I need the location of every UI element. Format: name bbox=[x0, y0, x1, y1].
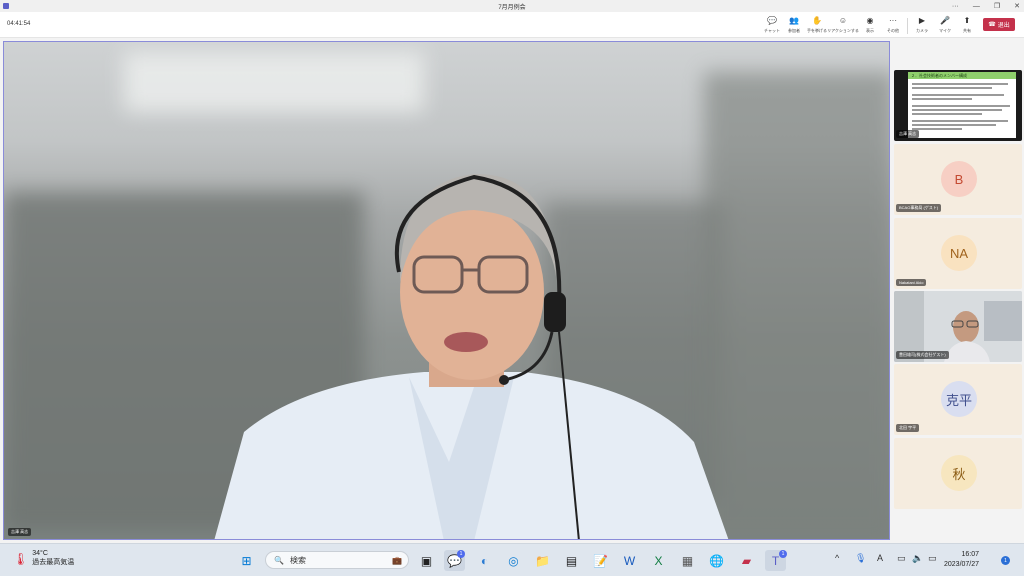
reaction-icon: ☺ bbox=[838, 16, 848, 25]
clock-time: 16:07 bbox=[961, 551, 980, 558]
toolbar-divider bbox=[907, 18, 908, 34]
teams-chat-badge: 1 bbox=[457, 550, 465, 558]
participant-tile-nakatani[interactable]: NA Nakatani Akio bbox=[894, 218, 1022, 289]
share-icon: ⬆ bbox=[963, 16, 971, 25]
participant-name-tag: Nakatani Akio bbox=[896, 279, 927, 286]
show-hidden-icons[interactable]: ^ bbox=[835, 553, 839, 563]
copilot-icon[interactable]: ◐ bbox=[474, 550, 495, 571]
participant-tile-kita[interactable]: 克平 北田 宇平 bbox=[894, 364, 1022, 435]
phone-hangup-icon: ☎ bbox=[988, 22, 996, 28]
acrobat-icon[interactable]: ▰ bbox=[736, 550, 757, 571]
participant-tile-video[interactable]: 豊田雄司(株式会社ゲスト) bbox=[894, 291, 1022, 362]
shared-slide-thumbnail: ２．社会技術者のメンバー構成 bbox=[908, 72, 1016, 138]
window-controls: ··· — ❐ ✕ bbox=[952, 0, 1020, 12]
avatar: NA bbox=[941, 235, 977, 271]
network-icon[interactable]: ▭ bbox=[897, 553, 906, 564]
excel-icon[interactable]: X bbox=[648, 550, 669, 571]
slide-text-line bbox=[912, 94, 1004, 96]
slide-text-line bbox=[912, 98, 972, 100]
speaker-name-tag: 吉澤 高志 bbox=[8, 528, 32, 536]
participant-name-tag: 北田 宇平 bbox=[896, 424, 920, 432]
notification-badge[interactable]: 1 bbox=[1001, 556, 1010, 565]
share-button[interactable]: ⬆ 共有 bbox=[954, 15, 980, 37]
windows-taskbar: 🌡 34°C 過去最高気温 ⊞ 🔍 検索 💼 ▣ 💬 1 ◐ ◎ 📁 ▤ 📝 W… bbox=[0, 543, 1024, 576]
participant-name-tag: BCAO事務局 (ゲスト) bbox=[896, 204, 942, 212]
globe-icon[interactable]: 🌐 bbox=[706, 550, 727, 571]
clock[interactable]: 16:07 2023/07/27 bbox=[944, 550, 979, 570]
temperature: 34°C bbox=[32, 550, 48, 557]
microphone-icon[interactable]: 🎙 bbox=[855, 553, 866, 564]
slide-text-line bbox=[912, 109, 1002, 111]
meeting-toolbar: 04:41:54 💬 チャット 👥 参加者 ✋ 手を挙げる ☺ リアクションする… bbox=[0, 12, 1024, 38]
speaker-muted-icon[interactable]: 🔈 bbox=[912, 553, 923, 564]
search-icon: 🔍 bbox=[274, 555, 284, 565]
meeting-timer: 04:41:54 bbox=[7, 21, 31, 27]
participant-name-tag: 吉澤 高志 bbox=[896, 130, 920, 138]
participant-tile-bcao[interactable]: B BCAO事務局 (ゲスト) bbox=[894, 144, 1022, 215]
slide-text-line bbox=[912, 105, 1010, 107]
task-view-icon[interactable]: ▣ bbox=[416, 550, 437, 571]
more-options-icon[interactable]: ··· bbox=[952, 3, 959, 10]
avatar: 秋 bbox=[941, 455, 977, 491]
participant-tile-slide[interactable]: ２．社会技術者のメンバー構成 吉澤 高志 bbox=[894, 70, 1022, 141]
chat-icon: 💬 bbox=[767, 16, 777, 25]
raise-hand-button[interactable]: ✋ 手を挙げる bbox=[804, 15, 830, 37]
weather-widget[interactable]: 🌡 34°C 過去最高気温 bbox=[13, 550, 74, 567]
window-title: 7月月例会 bbox=[498, 4, 526, 11]
slide-text-line bbox=[912, 120, 1008, 122]
slide-text-line bbox=[912, 87, 992, 89]
edge-icon[interactable]: ◎ bbox=[503, 550, 524, 571]
calculator-icon[interactable]: ▦ bbox=[677, 550, 698, 571]
more-icon: ··· bbox=[889, 16, 897, 25]
people-icon: 👥 bbox=[789, 16, 799, 25]
view-icon: ◉ bbox=[866, 16, 874, 25]
avatar: B bbox=[941, 161, 977, 197]
sticky-notes-icon[interactable]: ▤ bbox=[561, 550, 582, 571]
notepad-icon[interactable]: 📝 bbox=[590, 550, 611, 571]
slide-text-line bbox=[912, 124, 996, 126]
slide-text-line bbox=[912, 83, 1008, 85]
word-icon[interactable]: W bbox=[619, 550, 640, 571]
restore-icon[interactable]: ❐ bbox=[994, 2, 1000, 10]
main-speaker-video[interactable]: 吉澤 高志 bbox=[3, 41, 890, 540]
camera-icon: ▶ bbox=[918, 16, 926, 25]
slide-text-line bbox=[912, 113, 982, 115]
clock-date: 2023/07/27 bbox=[944, 561, 980, 568]
slide-title: ２．社会技術者のメンバー構成 bbox=[908, 72, 1016, 79]
leave-button[interactable]: ☎ 退出 bbox=[983, 18, 1015, 31]
thermometer-icon: 🌡 bbox=[13, 551, 29, 566]
reaction-button[interactable]: ☺ リアクションする bbox=[827, 15, 859, 37]
ime-indicator[interactable]: A bbox=[877, 553, 883, 563]
participant-tile-aki[interactable]: 秋 bbox=[894, 438, 1022, 509]
speaker-figure bbox=[214, 173, 729, 539]
close-icon[interactable]: ✕ bbox=[1014, 2, 1020, 10]
avatar: 克平 bbox=[941, 381, 977, 417]
battery-icon[interactable]: ▭ bbox=[928, 553, 937, 564]
search-highlight-icon: 💼 bbox=[392, 555, 402, 565]
start-icon[interactable]: ⊞ bbox=[236, 550, 257, 571]
more-button[interactable]: ··· その他 bbox=[880, 15, 906, 37]
participant-name-tag: 豊田雄司(株式会社ゲスト) bbox=[896, 351, 949, 359]
slide-text-line bbox=[912, 128, 962, 130]
file-explorer-icon[interactable]: 📁 bbox=[532, 550, 553, 571]
search-placeholder: 検索 bbox=[289, 555, 306, 565]
search-box[interactable]: 🔍 検索 💼 bbox=[265, 551, 409, 569]
raise-hand-icon: ✋ bbox=[812, 16, 822, 25]
mic-off-icon: 🎤 bbox=[940, 16, 950, 25]
meeting-stage: 吉澤 高志 ２．社会技術者のメンバー構成 吉澤 高志 B BCAO事務局 (ゲス… bbox=[0, 38, 1024, 543]
weather-text: 過去最高気温 bbox=[32, 559, 75, 566]
minimize-icon[interactable]: — bbox=[973, 3, 980, 10]
title-bar: 7月月例会 ··· — ❐ ✕ bbox=[0, 0, 1024, 12]
teams-badge: 1 bbox=[779, 550, 787, 558]
